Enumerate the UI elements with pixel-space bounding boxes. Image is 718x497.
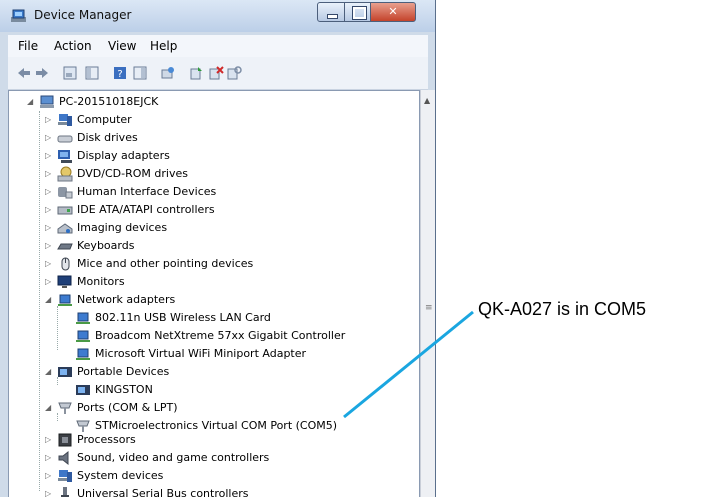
scroll-up-arrow-icon[interactable]: ▲ <box>424 96 430 105</box>
expand-arrow-icon[interactable]: ▷ <box>45 129 55 147</box>
network-adapter-icon <box>76 330 90 342</box>
expand-arrow-icon[interactable]: ▷ <box>45 165 55 183</box>
uninstall-icon[interactable] <box>208 65 224 81</box>
tree-item-label: Human Interface Devices <box>77 185 217 198</box>
menu-help[interactable]: Help <box>150 39 177 53</box>
annotation-text: QK-A027 is in COM5 <box>478 299 647 319</box>
expand-arrow-icon[interactable]: ▷ <box>45 219 55 237</box>
tree-child-label: KINGSTON <box>95 383 153 396</box>
help-icon[interactable]: ? <box>112 65 128 81</box>
tree-item-label: System devices <box>77 469 164 482</box>
collapse-arrow-icon[interactable]: ◢ <box>45 363 55 381</box>
expand-arrow-icon[interactable]: ▷ <box>45 449 55 467</box>
maximize-icon <box>345 3 370 21</box>
display-adapter-icon <box>58 150 72 163</box>
mouse-icon <box>61 257 70 271</box>
tree-line <box>57 306 58 350</box>
computer-icon <box>40 95 54 108</box>
svg-text:?: ? <box>117 69 122 80</box>
tree-item-label: Portable Devices <box>77 365 170 378</box>
imaging-device-icon <box>57 223 73 234</box>
device-manager-window: Device Manager ✕ File Action View Help ?… <box>0 0 436 497</box>
device-manager-icon <box>11 9 26 22</box>
tree-child-label: 802.11n USB Wireless LAN Card <box>95 311 271 324</box>
expand-arrow-icon[interactable]: ▷ <box>45 467 55 485</box>
monitor-icon <box>57 275 72 288</box>
vertical-scrollbar[interactable]: ▲ ≡ <box>420 90 435 497</box>
tree-item-label: Ports (COM & LPT) <box>77 401 178 414</box>
tree-line <box>39 111 40 491</box>
scroll-grip-icon[interactable]: ≡ <box>425 303 433 313</box>
menu-file[interactable]: File <box>18 39 38 53</box>
port-icon <box>76 420 90 432</box>
tree-child-label: STMicroelectronics Virtual COM Port (COM… <box>95 419 338 432</box>
portable-device-icon <box>76 385 90 395</box>
processor-icon <box>58 433 72 447</box>
tree-item-label: IDE ATA/ATAPI controllers <box>77 203 215 216</box>
tree-root-label: PC-20151018EJCK <box>59 95 159 108</box>
expand-arrow-icon[interactable]: ▷ <box>45 431 55 449</box>
network-adapter-icon <box>58 294 72 306</box>
port-icon <box>58 402 72 414</box>
tree-item-label: Imaging devices <box>77 221 168 234</box>
expand-arrow-icon[interactable]: ▷ <box>45 111 55 129</box>
tree-item-label: Mice and other pointing devices <box>77 257 254 270</box>
collapse-arrow-icon[interactable]: ◢ <box>27 93 37 111</box>
network-adapter-icon <box>76 348 90 360</box>
update-driver-icon[interactable] <box>188 65 204 81</box>
expand-arrow-icon[interactable]: ▷ <box>45 237 55 255</box>
expand-arrow-icon[interactable]: ▷ <box>45 201 55 219</box>
tree-item-label: Sound, video and game controllers <box>77 451 270 464</box>
menu-bar: File Action View Help <box>8 35 428 57</box>
portable-device-icon <box>58 367 72 377</box>
expand-arrow-icon[interactable]: ▷ <box>45 255 55 273</box>
system-device-icon <box>58 470 72 482</box>
properties-view-icon[interactable] <box>62 65 78 81</box>
tree-item-label: Network adapters <box>77 293 176 306</box>
window-title: Device Manager <box>34 8 132 22</box>
tree-item-label: Keyboards <box>77 239 135 252</box>
usb-icon <box>61 487 69 497</box>
tree-child-label: Microsoft Virtual WiFi Miniport Adapter <box>95 347 307 360</box>
title-bar: Device Manager ✕ <box>0 0 435 32</box>
expand-arrow-icon[interactable]: ▷ <box>45 273 55 291</box>
keyboard-icon <box>57 243 73 250</box>
disable-icon[interactable] <box>226 65 242 81</box>
tree-item-label: Processors <box>77 433 136 446</box>
tree-child-label: Broadcom NetXtreme 57xx Gigabit Controll… <box>95 329 346 342</box>
toolbar: ? <box>8 57 428 90</box>
menu-view[interactable]: View <box>108 39 136 53</box>
tree-item-label: Universal Serial Bus controllers <box>77 487 249 497</box>
minimize-button[interactable] <box>317 2 345 22</box>
collapse-arrow-icon[interactable]: ◢ <box>45 291 55 309</box>
forward-icon[interactable] <box>34 65 50 81</box>
tree-item-label: Monitors <box>77 275 125 288</box>
tree-item-label: Disk drives <box>77 131 138 144</box>
disk-drive-icon <box>57 135 73 143</box>
dvd-drive-icon <box>57 166 73 182</box>
ide-controller-icon <box>57 206 73 215</box>
tree-item-label: Display adapters <box>77 149 170 162</box>
expand-arrow-icon[interactable]: ▷ <box>45 485 55 497</box>
computer-icon <box>58 114 72 126</box>
network-adapter-icon <box>76 312 90 324</box>
scan-hardware-changes-icon[interactable] <box>160 65 176 81</box>
tree-item-label: Computer <box>77 113 132 126</box>
menu-action[interactable]: Action <box>54 39 92 53</box>
close-button[interactable]: ✕ <box>370 2 416 22</box>
back-icon[interactable] <box>16 65 32 81</box>
collapse-arrow-icon[interactable]: ◢ <box>45 399 55 417</box>
show-hide-console-tree-icon[interactable] <box>84 65 100 81</box>
maximize-button[interactable] <box>344 2 371 22</box>
device-tree: ◢ PC-20151018EJCK ▷ Computer ▷ Disk driv… <box>8 90 420 497</box>
close-icon: ✕ <box>388 5 398 18</box>
tree-item-label: DVD/CD-ROM drives <box>77 167 188 180</box>
hid-icon <box>58 187 73 199</box>
speaker-icon <box>58 450 69 466</box>
minimize-icon <box>318 3 344 21</box>
show-hide-action-pane-icon[interactable] <box>132 65 148 81</box>
expand-arrow-icon[interactable]: ▷ <box>45 183 55 201</box>
expand-arrow-icon[interactable]: ▷ <box>45 147 55 165</box>
